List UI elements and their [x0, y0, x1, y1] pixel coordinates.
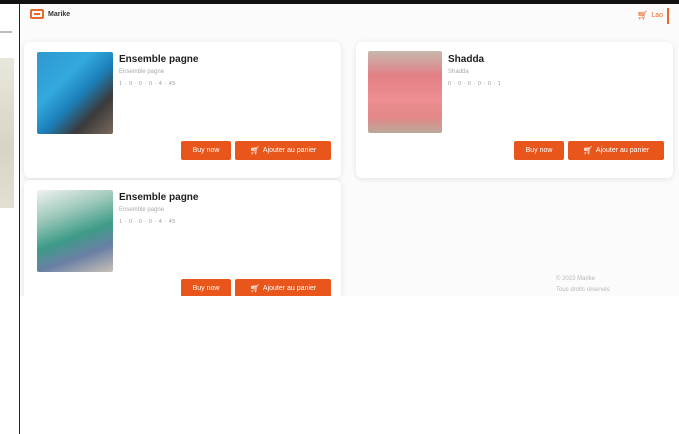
footer-line: © 2023 Marike: [556, 276, 596, 282]
cart-link[interactable]: 🛒︎ Lao: [637, 10, 663, 21]
buy-now-button[interactable]: Buy now: [181, 141, 231, 160]
product-card[interactable]: Ensemble pagne Ensemble pagne 1 · 0 · 0 …: [24, 180, 341, 296]
header-accent-bar: [667, 8, 669, 24]
product-title[interactable]: Ensemble pagne: [119, 192, 198, 203]
add-to-cart-label: Ajouter au panier: [595, 147, 650, 154]
add-to-cart-label: Ajouter au panier: [262, 147, 317, 154]
shop-page: Marike 🛒︎ Lao Ensemble pagne Ensemble pa…: [20, 4, 679, 296]
logo-text: Marike: [48, 10, 71, 18]
product-title[interactable]: Ensemble pagne: [119, 54, 198, 65]
product-title[interactable]: Shadda: [448, 54, 484, 65]
side-panel: [0, 4, 19, 434]
footer-note: © 2023 Marike Tous droits réservés: [556, 274, 610, 296]
product-subtitle: Ensemble pagne: [119, 69, 165, 75]
product-card[interactable]: Ensemble pagne Ensemble pagne 1 · 0 · 0 …: [24, 42, 341, 178]
footer-line: Tous droits réservés: [556, 287, 610, 293]
add-to-cart-button[interactable]: 🛒︎ Ajouter au panier: [235, 141, 331, 160]
product-image[interactable]: [37, 190, 113, 272]
site-header: Marike 🛒︎ Lao: [20, 4, 679, 28]
side-panel-image: [0, 58, 14, 208]
product-subtitle: Shadda: [448, 69, 469, 75]
cart-icon: 🛒︎: [636, 10, 649, 20]
buy-now-button[interactable]: Buy now: [181, 279, 231, 296]
buy-now-label: Buy now: [192, 285, 220, 292]
add-to-cart-button[interactable]: 🛒︎ Ajouter au panier: [568, 141, 664, 160]
side-panel-line: [0, 31, 12, 33]
add-to-cart-button[interactable]: 🛒︎ Ajouter au panier: [235, 279, 331, 296]
product-card[interactable]: Shadda Shadda 0 · 0 · 0 · 0 · 0 · 1 Buy …: [356, 42, 673, 178]
product-subtitle: Ensemble pagne: [119, 207, 165, 213]
buy-now-label: Buy now: [525, 147, 553, 154]
product-meta: 1 · 0 · 0 · 0 · 4 · 45: [119, 81, 176, 87]
logo-icon: [30, 9, 44, 19]
buy-now-label: Buy now: [192, 147, 220, 154]
product-meta: 1 · 0 · 0 · 0 · 4 · 45: [119, 219, 176, 225]
product-image[interactable]: [37, 52, 113, 134]
cart-icon: 🛒︎: [249, 146, 260, 155]
cart-label: Lao: [651, 12, 663, 19]
cart-icon: 🛒︎: [582, 146, 593, 155]
site-logo[interactable]: Marike: [30, 9, 70, 19]
add-to-cart-label: Ajouter au panier: [262, 285, 317, 292]
product-meta: 0 · 0 · 0 · 0 · 0 · 1: [448, 81, 502, 87]
product-image[interactable]: [368, 51, 442, 133]
buy-now-button[interactable]: Buy now: [514, 141, 564, 160]
cart-icon: 🛒︎: [249, 284, 260, 293]
